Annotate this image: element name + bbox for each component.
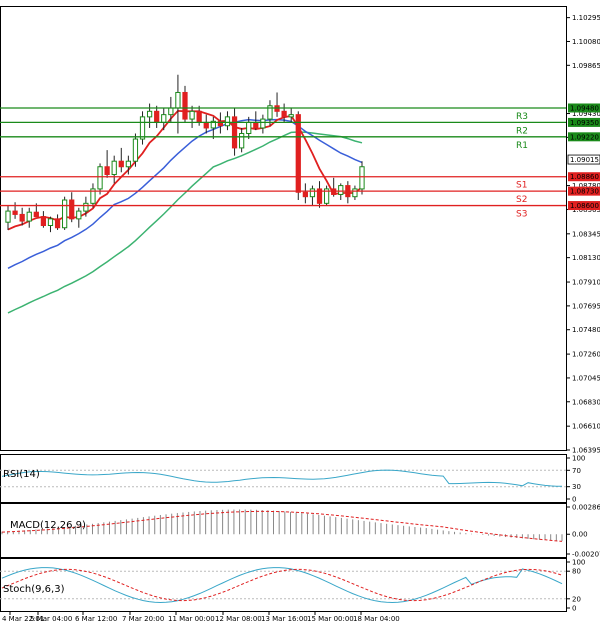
- macd-tick-label: -0.002077: [572, 551, 600, 559]
- candle-body-up: [139, 116, 146, 140]
- price-tick-label: 1.06395: [572, 447, 600, 455]
- candle-body-up: [260, 118, 266, 129]
- candle-body-down: [104, 166, 110, 176]
- price-tag-text-s1: 1.08860: [570, 173, 599, 181]
- stoch-label: Stoch(9,6,3): [3, 584, 65, 595]
- time-tick-label: 18 Mar 04:00: [353, 615, 400, 623]
- candle-body-down: [182, 91, 188, 120]
- time-tick-label: 7 Mar 20:00: [122, 615, 164, 623]
- level-label-r1: R1: [516, 141, 528, 151]
- candle-body-up: [83, 202, 89, 212]
- candle-body-up: [76, 210, 82, 220]
- level-label-r2: R2: [516, 126, 528, 136]
- price-tick-label: 1.10080: [572, 38, 600, 46]
- price-tick-label: 1.09865: [572, 62, 600, 70]
- price-tag-text-r2: 1.09350: [570, 119, 599, 127]
- current-price-text: 1.09015: [570, 156, 599, 164]
- candle-body-up: [97, 166, 103, 190]
- macd-tick-label: 0.00: [572, 531, 588, 539]
- candle-body-down: [295, 114, 301, 193]
- candle-body-up: [62, 199, 68, 229]
- price-tick-label: 1.07480: [572, 326, 600, 334]
- candle-body-up: [175, 91, 181, 109]
- candle-body-up: [359, 166, 365, 190]
- candle-body-up: [239, 132, 245, 149]
- level-label-s2: S2: [516, 195, 527, 205]
- stoch-tick-label: 20: [572, 595, 581, 603]
- candle-body-down: [203, 121, 209, 129]
- macd-tick-label: 0.002864: [572, 504, 600, 512]
- level-label-s3: S3: [516, 210, 527, 220]
- time-tick-label: 11 Mar 00:00: [168, 615, 215, 623]
- price-tick-label: 1.06610: [572, 423, 600, 431]
- price-chart: 1.102951.100801.098651.094301.092151.087…: [0, 6, 600, 623]
- price-tick-label: 1.07260: [572, 351, 600, 359]
- candle-body-up: [168, 107, 174, 116]
- candle-body-down: [33, 211, 39, 218]
- candle-body-down: [12, 210, 18, 215]
- candle-body-up: [5, 210, 11, 223]
- candle-body-up: [224, 116, 231, 127]
- main-pane-frame: [0, 6, 567, 451]
- price-tag-text-r3: 1.09480: [570, 104, 599, 112]
- price-tag-text-r1: 1.09220: [570, 133, 599, 141]
- candle-body-up: [146, 110, 153, 118]
- level-label-r3: R3: [516, 112, 528, 122]
- candle-body-down: [253, 121, 259, 129]
- candle-body-down: [54, 218, 61, 229]
- candle-body-up: [309, 188, 316, 198]
- stoch-tick-label: 0: [572, 605, 576, 613]
- candle-body-up: [132, 138, 139, 162]
- candle-body-up: [26, 211, 32, 222]
- price-tag-text-s2: 1.08730: [570, 188, 599, 196]
- rsi-label: RSI(14): [3, 469, 40, 480]
- candle-body-down: [196, 110, 202, 123]
- candle-body-down: [19, 213, 25, 222]
- time-tick-label: 12 Mar 08:00: [215, 615, 262, 623]
- candle-body-down: [281, 110, 287, 118]
- indicator-pane-frame: [0, 454, 567, 503]
- candle-body-down: [118, 160, 124, 168]
- stoch-tick-label: 80: [572, 568, 581, 576]
- candle: [323, 185, 330, 206]
- price-tick-label: 1.07695: [572, 302, 600, 310]
- level-label-s1: S1: [516, 181, 527, 191]
- rsi-tick-label: 70: [572, 467, 581, 475]
- time-tick-label: 13 Mar 16:00: [261, 615, 308, 623]
- stoch-tick-label: 100: [572, 559, 585, 567]
- price-tick-label: 1.08345: [572, 230, 600, 238]
- price-tick-label: 1.07045: [572, 374, 600, 382]
- candle-body-up: [352, 188, 358, 198]
- candle-body-down: [231, 116, 238, 149]
- candle-body-down: [40, 216, 47, 227]
- candle-body-up: [288, 114, 294, 118]
- rsi-tick-label: 0: [572, 496, 576, 504]
- indicator-pane-frame: [0, 558, 567, 612]
- macd-label: MACD(12,26,9): [10, 520, 86, 531]
- candle: [62, 196, 68, 230]
- time-tick-label: 5 Mar 04:00: [30, 615, 72, 623]
- price-tick-label: 1.06830: [572, 398, 600, 406]
- rsi-tick-label: 30: [572, 483, 581, 491]
- candle-body-up: [47, 218, 54, 227]
- time-tick-label: 6 Mar 12:00: [75, 615, 117, 623]
- candle-body-down: [154, 110, 160, 123]
- candle-body-up: [338, 185, 344, 195]
- price-tick-label: 1.07910: [572, 279, 600, 287]
- candle-body-up: [189, 110, 195, 120]
- candle-body-down: [69, 199, 75, 220]
- rsi-tick-label: 100: [572, 455, 585, 463]
- candle-body-up: [125, 160, 131, 168]
- price-tick-label: 1.10295: [572, 14, 600, 22]
- candle-body-up: [161, 114, 167, 123]
- price-tick-label: 1.08130: [572, 254, 600, 262]
- candle: [295, 111, 301, 201]
- time-tick-label: 15 Mar 00:00: [307, 615, 354, 623]
- candle-body-up: [111, 160, 117, 176]
- candle-body-up: [246, 121, 252, 134]
- candle-body-down: [302, 191, 308, 198]
- price-tag-text-s3: 1.08600: [570, 202, 599, 210]
